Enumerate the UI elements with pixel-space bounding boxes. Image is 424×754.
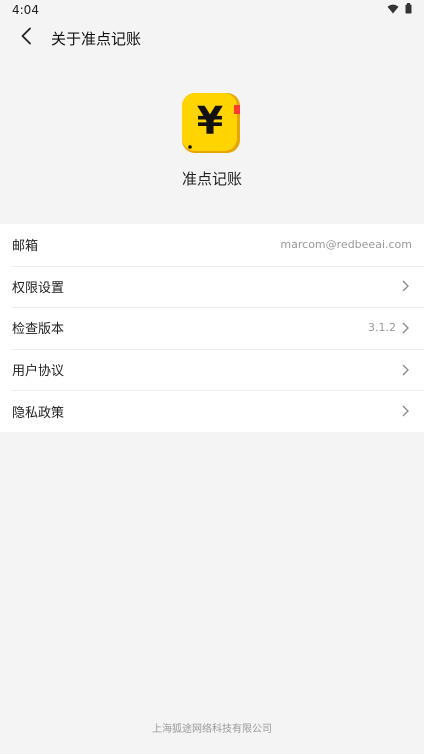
row-label: 用户协议 (12, 364, 65, 380)
chevron-right-icon (402, 280, 412, 292)
page-title: 关于准点记账 (51, 29, 142, 48)
app-logo: ¥ (181, 92, 243, 154)
settings-row-permissions[interactable]: 权限设置 (0, 265, 424, 308)
back-button[interactable] (6, 20, 46, 56)
battery-icon (405, 3, 412, 17)
chevron-right-icon (402, 322, 412, 334)
version-value: 3.1.2 (368, 321, 396, 335)
settings-list: 邮箱 marcom@redbeeai.com 权限设置 检查版本 3.1.2 用… (0, 224, 424, 432)
chevron-right-icon (402, 364, 412, 376)
row-label: 权限设置 (12, 280, 65, 296)
back-arrow-icon (20, 27, 32, 49)
chevron-right-icon (402, 405, 412, 417)
app-info: ¥ 准点记账 (0, 92, 424, 189)
settings-row-privacy-policy[interactable]: 隐私政策 (0, 390, 424, 432)
status-time: 4:04 (12, 3, 39, 17)
row-label: 邮箱 (12, 239, 39, 255)
settings-row-check-version[interactable]: 检查版本 3.1.2 (0, 307, 424, 349)
settings-row-user-agreement[interactable]: 用户协议 (0, 348, 424, 391)
status-bar: 4:04 (0, 0, 424, 20)
row-label: 隐私政策 (12, 405, 65, 421)
email-value: marcom@redbeeai.com (280, 238, 412, 252)
app-bar: 关于准点记账 (0, 20, 424, 56)
row-label: 检查版本 (12, 322, 65, 338)
company-footer: 上海狐途网络科技有限公司 (152, 724, 272, 735)
status-icons (387, 3, 412, 17)
logo-yen-glyph: ¥ (197, 99, 223, 143)
wifi-icon (387, 3, 399, 17)
settings-row-email[interactable]: 邮箱 marcom@redbeeai.com (0, 224, 424, 266)
app-name: 准点记账 (181, 170, 242, 188)
